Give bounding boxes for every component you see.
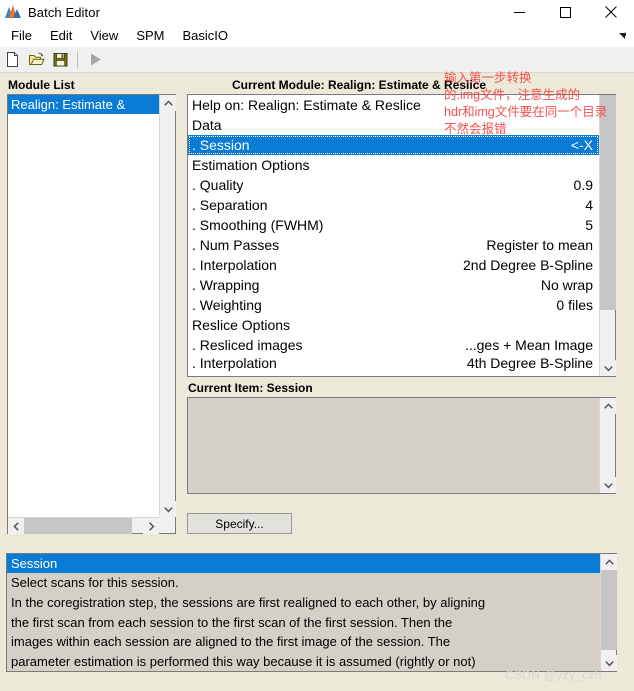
- window-title: Batch Editor: [28, 4, 101, 20]
- vscroll-thumb[interactable]: [601, 570, 617, 650]
- save-batch-icon[interactable]: [48, 48, 72, 72]
- hscroll-thumb[interactable]: [24, 518, 132, 534]
- tree-row-value: 4th Degree B-Spline: [466, 355, 593, 371]
- tree-row[interactable]: Help on: Realign: Estimate & Reslice: [188, 95, 599, 115]
- tree-vscrollbar[interactable]: [599, 95, 616, 376]
- tree-row-label: Estimation Options: [192, 157, 310, 173]
- module-list-items: Realign: Estimate &: [8, 95, 159, 517]
- tool-bar: [0, 47, 634, 73]
- current-module-label: Current Module: Realign: Estimate & Resl…: [232, 78, 487, 92]
- scroll-up-icon[interactable]: [600, 398, 616, 414]
- tree-row-label: . Interpolation: [192, 355, 277, 371]
- current-item-field[interactable]: [187, 397, 616, 494]
- batch-editor-window: Batch Editor File Edit View SPM BasicIO: [0, 0, 634, 691]
- tree-row[interactable]: Reslice Options: [188, 315, 599, 335]
- tree-row-label: Reslice Options: [192, 317, 291, 333]
- tree-row[interactable]: Estimation Options: [188, 155, 599, 175]
- tree-row-label: . Interpolation: [192, 257, 277, 273]
- tree-row-value: 5: [585, 217, 593, 233]
- run-batch-icon[interactable]: [83, 48, 107, 72]
- tree-row[interactable]: Data: [188, 115, 599, 135]
- help-line: images within each session are aligned t…: [11, 634, 451, 650]
- tree-row-label: . Weighting: [192, 297, 262, 313]
- tree-row-value: 2nd Degree B-Spline: [463, 257, 593, 273]
- title-bar: Batch Editor: [0, 0, 634, 24]
- scroll-down-icon[interactable]: [600, 477, 616, 493]
- current-item-label: Current Item: Session: [188, 381, 313, 395]
- tree-row-label: . Separation: [192, 197, 268, 213]
- tree-row-session[interactable]: . Session <-X: [188, 135, 599, 155]
- menu-item-basicio[interactable]: BasicIO: [174, 26, 236, 45]
- scroll-left-icon[interactable]: [8, 518, 24, 534]
- tree-rows: Help on: Realign: Estimate & Reslice Dat…: [188, 95, 599, 376]
- module-list-vscrollbar[interactable]: [159, 95, 176, 517]
- scroll-down-icon[interactable]: [600, 360, 616, 376]
- minimize-icon[interactable]: [496, 0, 542, 24]
- scroll-up-icon[interactable]: [601, 554, 617, 570]
- menu-item-file[interactable]: File: [3, 26, 40, 45]
- tree-row-label: Help on: Realign: Estimate & Reslice: [192, 97, 421, 113]
- current-item-vscrollbar[interactable]: [599, 398, 616, 493]
- toolbar-separator: [77, 51, 78, 68]
- scroll-right-icon[interactable]: [143, 518, 159, 534]
- window-controls: [496, 0, 634, 24]
- current-module-tree[interactable]: Help on: Realign: Estimate & Reslice Dat…: [187, 94, 616, 377]
- help-line: Select scans for this session.: [11, 575, 179, 590]
- tree-row[interactable]: . Quality 0.9: [188, 175, 599, 195]
- tree-row-label: Data: [192, 117, 222, 133]
- tree-row-label: . Num Passes: [192, 237, 280, 253]
- help-line: the first scan from each session to the …: [11, 614, 453, 630]
- tree-row-value: ...ges + Mean Image: [464, 337, 593, 353]
- undock-arrow-icon[interactable]: [616, 29, 628, 41]
- tree-row-label: . Session: [192, 137, 250, 153]
- tree-row[interactable]: . Weighting 0 files: [188, 295, 599, 315]
- module-list-box[interactable]: Realign: Estimate &: [7, 94, 176, 534]
- menu-bar: File Edit View SPM BasicIO: [0, 24, 634, 47]
- matlab-icon: [5, 4, 21, 20]
- maximize-icon[interactable]: [542, 0, 588, 24]
- close-icon[interactable]: [588, 0, 634, 24]
- tree-row[interactable]: . Separation 4: [188, 195, 599, 215]
- tree-row-value: 0 files: [556, 297, 593, 313]
- help-line: In the coregistration step, the sessions…: [11, 594, 486, 610]
- tree-row[interactable]: . Interpolation 2nd Degree B-Spline: [188, 255, 599, 275]
- module-list-hscrollbar[interactable]: [8, 517, 159, 534]
- vscroll-thumb[interactable]: [600, 95, 616, 310]
- tree-row[interactable]: . Interpolation 4th Degree B-Spline: [188, 355, 599, 371]
- menu-item-spm[interactable]: SPM: [128, 26, 172, 45]
- tree-row-value: No wrap: [540, 277, 593, 293]
- tree-row-label: . Quality: [192, 177, 244, 193]
- module-list-label: Module List: [8, 78, 75, 92]
- tree-row-value: Register to mean: [486, 237, 593, 253]
- scroll-down-icon[interactable]: [160, 501, 176, 517]
- help-panel[interactable]: Session Select scans for this session. I…: [6, 553, 617, 672]
- tree-row-value: 4: [585, 197, 593, 213]
- watermark: CSDN @yzy_czh: [505, 668, 602, 682]
- tree-row-value: <-X: [570, 137, 593, 153]
- scroll-up-icon[interactable]: [160, 95, 176, 111]
- scrollbar-corner: [159, 517, 175, 533]
- scroll-down-icon[interactable]: [601, 655, 617, 671]
- open-batch-icon[interactable]: [24, 48, 48, 72]
- new-batch-icon[interactable]: [0, 48, 24, 72]
- help-vscrollbar[interactable]: [600, 554, 617, 671]
- tree-row-value: 0.9: [573, 177, 593, 193]
- list-item[interactable]: Realign: Estimate &: [8, 95, 159, 114]
- specify-button[interactable]: Specify...: [187, 513, 292, 534]
- tree-row[interactable]: . Smoothing (FWHM) 5: [188, 215, 599, 235]
- tree-row-label: . Smoothing (FWHM): [192, 217, 324, 233]
- help-title: Session: [7, 554, 600, 573]
- menu-item-edit[interactable]: Edit: [42, 26, 80, 45]
- tree-row[interactable]: . Resliced images ...ges + Mean Image: [188, 335, 599, 355]
- menu-item-view[interactable]: View: [82, 26, 126, 45]
- tree-row-label: . Resliced images: [192, 337, 303, 353]
- tree-row-label: . Wrapping: [192, 277, 260, 293]
- tree-row[interactable]: . Wrapping No wrap: [188, 275, 599, 295]
- tree-row[interactable]: . Num Passes Register to mean: [188, 235, 599, 255]
- help-content: Session Select scans for this session. I…: [7, 554, 600, 671]
